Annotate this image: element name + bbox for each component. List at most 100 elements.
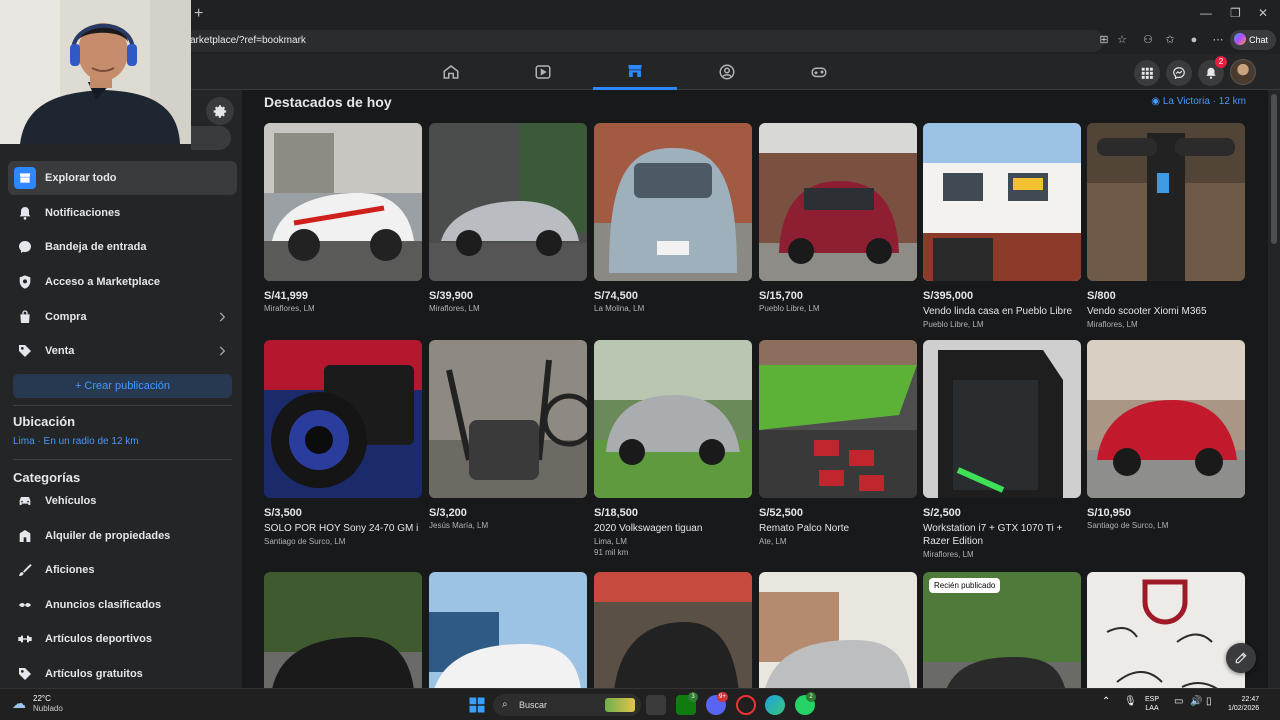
taskbar-search[interactable]: ⌕ Buscar bbox=[493, 694, 641, 716]
listing-image bbox=[594, 340, 752, 498]
listing-card[interactable]: S/15,700 Pueblo Libre, LM bbox=[759, 123, 917, 313]
tab-gaming[interactable] bbox=[777, 54, 861, 90]
listing-price: S/395,000 bbox=[923, 290, 974, 302]
listing-card[interactable]: S/2,500 Workstation i7 + GTX 1070 Ti + R… bbox=[923, 340, 1081, 559]
listing-location: Miraflores, LM bbox=[923, 550, 974, 559]
location-link[interactable]: ◉ La Victoria · 12 km bbox=[1151, 96, 1246, 107]
new-message-button[interactable] bbox=[1226, 643, 1256, 673]
listing-title: Vendo linda casa en Pueblo Libre bbox=[923, 306, 1073, 317]
listing-card[interactable] bbox=[594, 572, 752, 688]
app-available-icon[interactable]: ⊞ bbox=[1096, 32, 1112, 48]
xbox-badge: 3 bbox=[688, 692, 698, 702]
sidebar-item-explore-all[interactable]: Explorar todo bbox=[8, 161, 237, 195]
tag-icon bbox=[14, 340, 36, 362]
favorite-icon[interactable]: ☆ bbox=[1114, 32, 1130, 48]
listing-title: Vendo scooter Xiomi M365 bbox=[1087, 306, 1207, 317]
listing-card[interactable] bbox=[264, 572, 422, 688]
chevron-right-icon bbox=[219, 312, 226, 322]
listing-image bbox=[759, 123, 917, 281]
messenger-icon bbox=[1173, 67, 1185, 80]
listing-card[interactable]: Recién publicado bbox=[923, 572, 1081, 688]
whatsapp-badge: 2 bbox=[806, 692, 816, 702]
listing-price: S/39,900 bbox=[429, 290, 474, 302]
volume-icon[interactable]: 🔊 bbox=[1190, 696, 1202, 707]
sidebar-item-inbox[interactable]: Bandeja de entrada bbox=[8, 230, 237, 264]
system-clock[interactable]: 22:47 1/02/2026 bbox=[1228, 695, 1259, 713]
tab-video[interactable] bbox=[501, 54, 585, 90]
more-icon[interactable]: ⋯ bbox=[1210, 32, 1226, 48]
listing-location: Pueblo Libre, LM bbox=[923, 320, 984, 329]
settings-button[interactable] bbox=[206, 97, 234, 125]
chevron-up-icon[interactable]: ⌃ bbox=[1102, 696, 1110, 707]
minimize-icon[interactable]: — bbox=[1200, 6, 1212, 20]
page-scrollbar[interactable] bbox=[1268, 90, 1280, 688]
location-filter-link[interactable]: Lima · En un radio de 12 km bbox=[13, 436, 139, 447]
sidebar-item-selling[interactable]: Venta bbox=[8, 334, 237, 368]
tab-groups[interactable] bbox=[685, 54, 769, 90]
divider bbox=[13, 459, 232, 460]
sidebar-item-notifications[interactable]: Notificaciones bbox=[8, 196, 237, 230]
battery-icon[interactable]: ▯ bbox=[1206, 696, 1212, 707]
listing-location: Miraflores, LM bbox=[264, 304, 315, 313]
listing-image bbox=[759, 572, 917, 688]
listing-card[interactable]: S/18,500 2020 Volkswagen tiguan Lima, LM… bbox=[594, 340, 752, 557]
listing-card[interactable]: S/395,000 Vendo linda casa en Pueblo Lib… bbox=[923, 123, 1081, 329]
listing-title: Workstation i7 + GTX 1070 Ti + Razer Edi… bbox=[923, 523, 1063, 547]
video-icon bbox=[535, 65, 551, 79]
search-highlight-icon bbox=[605, 698, 635, 712]
microphone-icon[interactable]: 🎙 bbox=[1124, 696, 1137, 707]
listing-card[interactable]: S/800 Vendo scooter Xiomi M365 Miraflore… bbox=[1087, 123, 1245, 329]
account-avatar[interactable] bbox=[1230, 59, 1256, 85]
gear-icon bbox=[213, 104, 226, 118]
favorites-bar-icon[interactable]: ✩ bbox=[1162, 32, 1178, 48]
listing-card[interactable]: S/3,500 SOLO POR HOY Sony 24-70 GM i San… bbox=[264, 340, 422, 546]
extensions-icon[interactable]: ⚇ bbox=[1140, 32, 1156, 48]
tab-home[interactable] bbox=[409, 54, 493, 90]
pin-icon: ◉ bbox=[1151, 96, 1161, 107]
category-vehicles[interactable]: Vehículos bbox=[8, 484, 237, 518]
listing-price: S/52,500 bbox=[759, 507, 804, 519]
input-language[interactable]: ESP LAA bbox=[1145, 695, 1159, 713]
scrollbar-thumb[interactable] bbox=[1271, 94, 1277, 244]
edge-icon[interactable] bbox=[765, 695, 785, 715]
listing-card[interactable]: S/41,999 Miraflores, LM bbox=[264, 123, 422, 313]
menu-button[interactable] bbox=[1134, 60, 1160, 86]
listing-card[interactable] bbox=[759, 572, 917, 688]
copilot-chat-button[interactable]: Chat bbox=[1230, 30, 1277, 50]
sidebar-item-marketplace-access[interactable]: Acceso a Marketplace bbox=[8, 265, 237, 299]
category-hobbies[interactable]: Aficiones bbox=[8, 553, 237, 587]
category-classifieds[interactable]: Anuncios clasificados bbox=[8, 588, 237, 622]
task-view-icon[interactable] bbox=[646, 695, 666, 715]
category-free-stuff[interactable]: Artículos gratuitos bbox=[8, 657, 237, 691]
network-icon[interactable]: ▭ bbox=[1174, 696, 1183, 707]
listing-card[interactable]: S/52,500 Remato Palco Norte Ate, LM bbox=[759, 340, 917, 546]
category-property-rentals[interactable]: Alquiler de propiedades bbox=[8, 519, 237, 553]
listing-card[interactable]: S/3,200 Jesús María, LM bbox=[429, 340, 587, 530]
category-sporting-goods[interactable]: Artículos deportivos bbox=[8, 622, 237, 656]
listing-card[interactable]: S/39,900 Miraflores, LM bbox=[429, 123, 587, 313]
maximize-icon[interactable]: ❐ bbox=[1230, 6, 1241, 20]
new-tab-icon[interactable]: + bbox=[194, 5, 203, 23]
create-listing-button[interactable]: + Crear publicación bbox=[13, 374, 232, 398]
address-bar[interactable]: arketplace/?ref=bookmark bbox=[184, 30, 1104, 52]
start-button[interactable] bbox=[468, 696, 488, 716]
listing-card[interactable] bbox=[1087, 572, 1245, 688]
tab-marketplace[interactable] bbox=[593, 54, 677, 90]
messenger-button[interactable] bbox=[1166, 60, 1192, 86]
listing-card[interactable] bbox=[429, 572, 587, 688]
listing-image bbox=[264, 340, 422, 498]
listing-location: Ate, LM bbox=[759, 537, 787, 546]
listing-image bbox=[923, 123, 1081, 281]
listing-price: S/41,999 bbox=[264, 290, 309, 302]
listing-image bbox=[1087, 572, 1245, 688]
groups-icon bbox=[719, 64, 735, 80]
listing-price: S/10,950 bbox=[1087, 507, 1132, 519]
marketplace-search-input[interactable] bbox=[191, 126, 231, 150]
listing-image bbox=[264, 123, 422, 281]
obs-icon[interactable] bbox=[736, 695, 756, 715]
sidebar-item-buying[interactable]: Compra bbox=[8, 300, 237, 334]
profile-icon[interactable]: ● bbox=[1186, 32, 1202, 48]
listing-card[interactable]: S/10,950 Santiago de Surco, LM bbox=[1087, 340, 1245, 530]
listing-card[interactable]: S/74,500 La Molina, LM bbox=[594, 123, 752, 313]
close-window-icon[interactable]: ✕ bbox=[1258, 6, 1268, 20]
